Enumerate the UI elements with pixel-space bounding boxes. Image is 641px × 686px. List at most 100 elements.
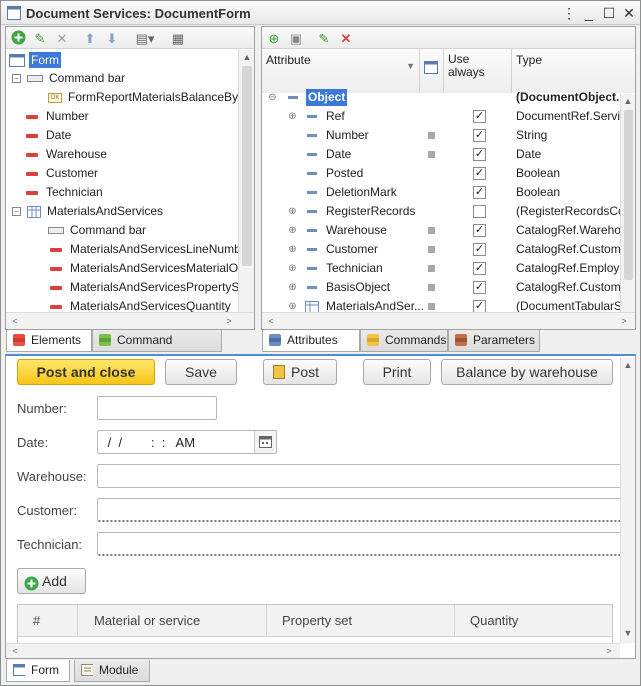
- tree-item-quantity[interactable]: MaterialsAndServicesQuantity: [50, 297, 231, 312]
- tree-item-report-button[interactable]: OK FormReportMaterialsBalanceByWar: [48, 88, 238, 107]
- add-column-icon[interactable]: ▣: [288, 31, 304, 47]
- scroll-up-icon[interactable]: ▲: [621, 96, 635, 106]
- tree-item-table-command-bar[interactable]: Command bar: [48, 221, 146, 240]
- scroll-right-icon[interactable]: >: [602, 646, 616, 656]
- calendar-icon[interactable]: [254, 431, 276, 453]
- maximize-button[interactable]: ☐: [600, 4, 618, 22]
- delete-icon[interactable]: ✕: [54, 31, 70, 47]
- tree-item-line-number[interactable]: MaterialsAndServicesLineNumber: [50, 240, 238, 259]
- tab-parameters[interactable]: Parameters: [448, 330, 540, 352]
- attribute-row[interactable]: ⊕ Customer ✓ CatalogRef.Customers: [262, 240, 620, 259]
- form-hscrollbar[interactable]: < >: [6, 643, 620, 658]
- tree-item-materials-table[interactable]: − MaterialsAndServices: [12, 202, 163, 221]
- form-settings-icon[interactable]: ▦: [170, 31, 186, 47]
- add-row-button[interactable]: Add: [17, 568, 86, 594]
- elements-scrollbar[interactable]: ▲: [238, 50, 254, 312]
- move-down-icon[interactable]: ⬇: [104, 31, 120, 47]
- tree-item-technician[interactable]: Technician: [26, 183, 103, 202]
- tree-item-command-bar[interactable]: − Command bar: [12, 69, 125, 88]
- scroll-right-icon[interactable]: >: [617, 316, 631, 326]
- edit-icon[interactable]: ✎: [32, 31, 48, 47]
- tab-command-interface[interactable]: Command interface: [92, 330, 222, 367]
- use-always-checkbox[interactable]: ✓: [473, 262, 486, 275]
- close-button[interactable]: ✕: [620, 4, 638, 22]
- attribute-row[interactable]: Number ✓ String: [262, 126, 620, 145]
- expand-icon[interactable]: ⊕: [288, 207, 297, 217]
- add-attribute-icon[interactable]: ⊕: [266, 31, 282, 47]
- expand-icon[interactable]: ⊕: [288, 302, 297, 312]
- save-button[interactable]: Save: [165, 359, 237, 385]
- use-always-checkbox[interactable]: ✓: [473, 148, 486, 161]
- col-line-number[interactable]: #: [18, 605, 78, 637]
- scroll-thumb[interactable]: [242, 66, 252, 266]
- attribute-row[interactable]: Date ✓ Date: [262, 145, 620, 164]
- use-always-checkbox[interactable]: [473, 205, 486, 218]
- print-button[interactable]: Print: [363, 359, 431, 385]
- form-scrollbar[interactable]: ▲ ▼: [620, 358, 635, 643]
- tree-item-date[interactable]: Date: [26, 126, 71, 145]
- tree-item-material[interactable]: MaterialsAndServicesMaterialOrSer: [50, 259, 238, 278]
- use-always-checkbox[interactable]: ✓: [473, 167, 486, 180]
- tree-item-warehouse[interactable]: Warehouse: [26, 145, 107, 164]
- use-always-checkbox[interactable]: ✓: [473, 243, 486, 256]
- attribute-row[interactable]: ⊕ Warehouse ✓ CatalogRef.Warehous: [262, 221, 620, 240]
- tree-item-number[interactable]: Number: [26, 107, 89, 126]
- expand-icon[interactable]: ⊕: [288, 264, 297, 274]
- col-property-set[interactable]: Property set: [267, 605, 455, 637]
- move-up-icon[interactable]: ⬆: [82, 31, 98, 47]
- technician-field[interactable]: [97, 532, 627, 556]
- attribute-row-object[interactable]: ⊖ Object (DocumentObject.: [262, 88, 620, 107]
- post-button[interactable]: Post: [263, 359, 337, 385]
- collapse-icon[interactable]: −: [12, 207, 21, 217]
- layout-dropdown-icon[interactable]: ▤▾: [134, 31, 156, 47]
- scroll-down-icon[interactable]: ▼: [621, 628, 635, 638]
- attribute-row[interactable]: Posted ✓ Boolean: [262, 164, 620, 183]
- use-always-checkbox[interactable]: ✓: [473, 281, 486, 294]
- scroll-up-icon[interactable]: ▲: [621, 360, 635, 370]
- scroll-up-icon[interactable]: ▲: [240, 52, 254, 62]
- tab-form[interactable]: Form: [6, 660, 70, 682]
- tab-commands[interactable]: Commands: [360, 330, 448, 352]
- attribute-row[interactable]: DeletionMark ✓ Boolean: [262, 183, 620, 202]
- balance-by-warehouse-button[interactable]: Balance by warehouse: [441, 359, 613, 385]
- tree-root-form[interactable]: Form: [9, 51, 237, 70]
- add-icon[interactable]: [10, 30, 26, 46]
- minimize-button[interactable]: _: [580, 4, 598, 22]
- scroll-left-icon[interactable]: <: [8, 646, 22, 656]
- edit-icon[interactable]: ✎: [316, 31, 332, 47]
- use-always-checkbox[interactable]: ✓: [473, 129, 486, 142]
- expand-icon[interactable]: ⊕: [288, 112, 297, 122]
- attributes-hscrollbar[interactable]: < >: [262, 312, 635, 329]
- scroll-right-icon[interactable]: >: [222, 316, 236, 326]
- post-and-close-button[interactable]: Post and close: [17, 359, 155, 385]
- tree-item-customer[interactable]: Customer: [26, 164, 98, 183]
- date-field[interactable]: / / : : AM: [97, 430, 277, 454]
- elements-hscrollbar[interactable]: < >: [6, 312, 254, 329]
- expand-icon[interactable]: ⊕: [288, 245, 297, 255]
- use-always-checkbox[interactable]: ✓: [473, 224, 486, 237]
- number-field[interactable]: [97, 396, 217, 420]
- tree-item-property-set[interactable]: MaterialsAndServicesPropertySet: [50, 278, 238, 297]
- expand-icon[interactable]: ⊕: [288, 226, 297, 236]
- customer-field[interactable]: [97, 498, 627, 522]
- col-material[interactable]: Material or service: [78, 605, 267, 637]
- scroll-thumb[interactable]: [624, 110, 633, 280]
- tab-attributes[interactable]: Attributes: [262, 330, 360, 352]
- scroll-left-icon[interactable]: <: [264, 316, 278, 326]
- attributes-scrollbar[interactable]: ▲: [620, 94, 635, 314]
- attribute-row[interactable]: ⊕ BasisObject ✓ CatalogRef.Customers: [262, 278, 620, 297]
- delete-icon[interactable]: ✕: [338, 31, 354, 47]
- attribute-row[interactable]: ⊕ Technician ✓ CatalogRef.Employees: [262, 259, 620, 278]
- attribute-row[interactable]: ⊕ RegisterRecords (RegisterRecordsColle: [262, 202, 620, 221]
- more-icon[interactable]: ⋮: [560, 4, 578, 22]
- tab-elements[interactable]: Elements: [6, 330, 92, 352]
- scroll-left-icon[interactable]: <: [8, 316, 22, 326]
- col-quantity[interactable]: Quantity: [455, 605, 612, 637]
- collapse-icon[interactable]: −: [12, 74, 21, 84]
- collapse-icon[interactable]: ⊖: [268, 93, 277, 103]
- use-always-checkbox[interactable]: ✓: [473, 186, 486, 199]
- warehouse-field[interactable]: [97, 464, 627, 488]
- expand-icon[interactable]: ⊕: [288, 283, 297, 293]
- tab-module[interactable]: Module: [74, 660, 150, 682]
- use-always-checkbox[interactable]: ✓: [473, 110, 486, 123]
